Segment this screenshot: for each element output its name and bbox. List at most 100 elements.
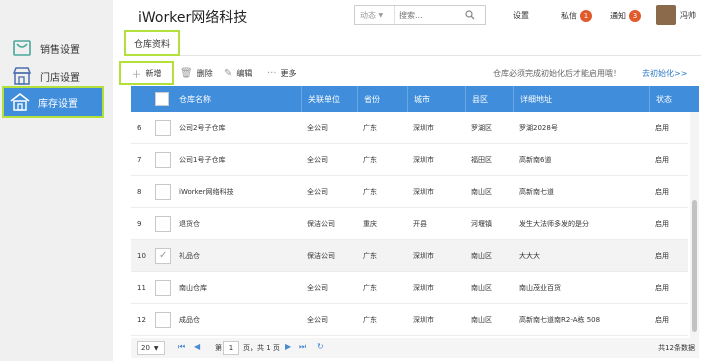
cell-status: 启用 bbox=[655, 316, 669, 324]
row-checkbox[interactable] bbox=[155, 312, 171, 328]
more-button[interactable]: ··· 更多 bbox=[267, 63, 297, 83]
column-header[interactable]: 城市 bbox=[407, 86, 465, 112]
column-header[interactable]: 仓库名称 bbox=[173, 86, 301, 112]
messages-label: 私信 bbox=[561, 11, 577, 21]
edit-button[interactable]: ✎ 编辑 bbox=[224, 63, 252, 83]
column-header[interactable]: 状态 bbox=[649, 86, 699, 112]
notifications-link[interactable]: 通知 3 bbox=[610, 10, 641, 22]
search-input[interactable] bbox=[395, 10, 461, 20]
sidebar-item-warehouse[interactable]: 库存设置 bbox=[2, 86, 104, 118]
cell-city: 深圳市 bbox=[413, 124, 434, 132]
warehouse-icon bbox=[10, 92, 30, 112]
column-header[interactable]: 关联单位 bbox=[301, 86, 357, 112]
cell-city: 深圳市 bbox=[413, 156, 434, 164]
row-number: 6 bbox=[137, 124, 142, 132]
tab-warehouse-info[interactable]: 仓库资料 bbox=[124, 30, 180, 56]
cell-address: 高新南七道南R2-A栋 508 bbox=[519, 316, 601, 324]
row-checkbox[interactable] bbox=[155, 120, 171, 136]
sidebar-item-label: 销售设置 bbox=[40, 44, 80, 56]
more-label: 更多 bbox=[280, 68, 297, 78]
row-checkbox[interactable] bbox=[155, 280, 171, 296]
cell-unit: 全公司 bbox=[307, 284, 328, 292]
row-checkbox[interactable] bbox=[155, 216, 171, 232]
search-scope-dropdown[interactable]: 动态 ▼ bbox=[355, 6, 395, 24]
table-row[interactable]: 8 iWorker网络科技 全公司 广东 深圳市 南山区 高新南七道 启用 bbox=[131, 176, 688, 208]
username[interactable]: 冯帅 bbox=[680, 10, 696, 21]
total-pages-label: 页，共 1 页 bbox=[243, 344, 280, 352]
plus-icon: ＋ bbox=[131, 69, 142, 81]
column-header[interactable]: 县区 bbox=[465, 86, 513, 112]
cell-name: 退货仓 bbox=[179, 220, 200, 228]
table-header: 仓库名称 关联单位 省份 城市 县区 详细地址 状态 bbox=[131, 86, 699, 112]
last-page-icon[interactable]: ⏭ bbox=[299, 342, 306, 352]
page-number-input[interactable]: 1 bbox=[223, 341, 239, 355]
cell-status: 启用 bbox=[655, 252, 669, 260]
scrollbar-thumb[interactable] bbox=[692, 200, 697, 332]
next-page-icon[interactable]: ▶ bbox=[285, 342, 291, 351]
cell-city: 开县 bbox=[413, 220, 427, 228]
chevron-down-icon: ▼ bbox=[378, 11, 384, 19]
row-checkbox[interactable] bbox=[155, 248, 171, 264]
cell-unit: 保洁公司 bbox=[307, 252, 335, 260]
cell-district: 南山区 bbox=[471, 284, 492, 292]
table-row[interactable]: 9 退货仓 保洁公司 重庆 开县 河堰镇 发生大法师多发的是分 启用 bbox=[131, 208, 688, 240]
refresh-icon[interactable]: ↻ bbox=[317, 342, 324, 351]
cell-district: 南山区 bbox=[471, 188, 492, 196]
cell-address: 高新南七道 bbox=[519, 188, 554, 196]
brand-title: iWorker网络科技 bbox=[138, 10, 248, 26]
column-header[interactable]: 详细地址 bbox=[513, 86, 649, 112]
avatar[interactable] bbox=[656, 5, 676, 25]
search-icon[interactable] bbox=[461, 6, 479, 24]
total-count: 共12条数据 bbox=[658, 344, 695, 352]
sidebar: 销售设置 门店设置 库存设置 bbox=[0, 0, 113, 361]
cell-city: 深圳市 bbox=[413, 316, 434, 324]
cell-name: 公司1号子仓库 bbox=[179, 156, 226, 164]
init-link[interactable]: 去初始化>> bbox=[642, 68, 687, 79]
table-row[interactable]: 12 成品仓 全公司 广东 深圳市 南山区 高新南七道南R2-A栋 508 启用 bbox=[131, 304, 688, 336]
row-checkbox[interactable] bbox=[155, 152, 171, 168]
row-number: 8 bbox=[137, 188, 142, 196]
page-size-select[interactable]: 20 ▼ bbox=[137, 341, 165, 355]
cell-district: 南山区 bbox=[471, 252, 492, 260]
cell-province: 重庆 bbox=[363, 220, 377, 228]
sales-icon bbox=[12, 38, 32, 58]
cell-status: 启用 bbox=[655, 124, 669, 132]
search-scope-label: 动态 bbox=[360, 10, 376, 20]
cell-name: 公司2号子仓库 bbox=[179, 124, 226, 132]
init-notice: 仓库必须完成初始化后才能启用哦！ bbox=[493, 69, 621, 78]
row-checkbox[interactable] bbox=[155, 184, 171, 200]
column-header[interactable]: 省份 bbox=[357, 86, 407, 112]
table-row[interactable]: 7 公司1号子仓库 全公司 广东 深圳市 福田区 高新南6道 启用 bbox=[131, 144, 688, 176]
cell-address: 南山茂业百货 bbox=[519, 284, 561, 292]
row-number: 7 bbox=[137, 156, 142, 164]
cell-province: 广东 bbox=[363, 284, 377, 292]
cell-name: 成品仓 bbox=[179, 316, 200, 324]
prev-page-icon[interactable]: ◀ bbox=[194, 342, 200, 351]
page-label: 第 bbox=[215, 344, 222, 352]
delete-button[interactable]: 🗑 删除 bbox=[180, 63, 213, 83]
messages-link[interactable]: 私信 1 bbox=[561, 10, 592, 22]
cell-district: 福田区 bbox=[471, 156, 492, 164]
cell-province: 广东 bbox=[363, 156, 377, 164]
sidebar-item-sales[interactable]: 销售设置 bbox=[6, 34, 106, 62]
table-row[interactable]: 6 公司2号子仓库 全公司 广东 深圳市 罗湖区 罗湖2028号 启用 bbox=[131, 112, 688, 144]
settings-link[interactable]: 设置 bbox=[513, 10, 529, 21]
cell-city: 深圳市 bbox=[413, 252, 434, 260]
select-all-checkbox[interactable] bbox=[155, 92, 169, 106]
cell-unit: 全公司 bbox=[307, 316, 328, 324]
table-row[interactable]: 11 南山仓库 全公司 广东 深圳市 南山区 南山茂业百货 启用 bbox=[131, 272, 688, 304]
messages-badge: 1 bbox=[580, 10, 592, 22]
cell-unit: 全公司 bbox=[307, 156, 328, 164]
cell-address: 高新南6道 bbox=[519, 156, 552, 164]
cell-name: 礼品仓 bbox=[179, 252, 200, 260]
cell-province: 广东 bbox=[363, 124, 377, 132]
new-button[interactable]: ＋新增 bbox=[119, 61, 174, 85]
table-row[interactable]: 10 礼品仓 保洁公司 广东 深圳市 南山区 大大大 启用 bbox=[131, 240, 688, 272]
search-box[interactable]: 动态 ▼ bbox=[354, 5, 486, 25]
cell-unit: 全公司 bbox=[307, 188, 328, 196]
trash-icon: 🗑 bbox=[180, 67, 193, 79]
tab-divider bbox=[180, 55, 701, 56]
first-page-icon[interactable]: ⏮ bbox=[178, 342, 185, 352]
cell-city: 深圳市 bbox=[413, 188, 434, 196]
sidebar-item-label: 库存设置 bbox=[38, 98, 78, 110]
